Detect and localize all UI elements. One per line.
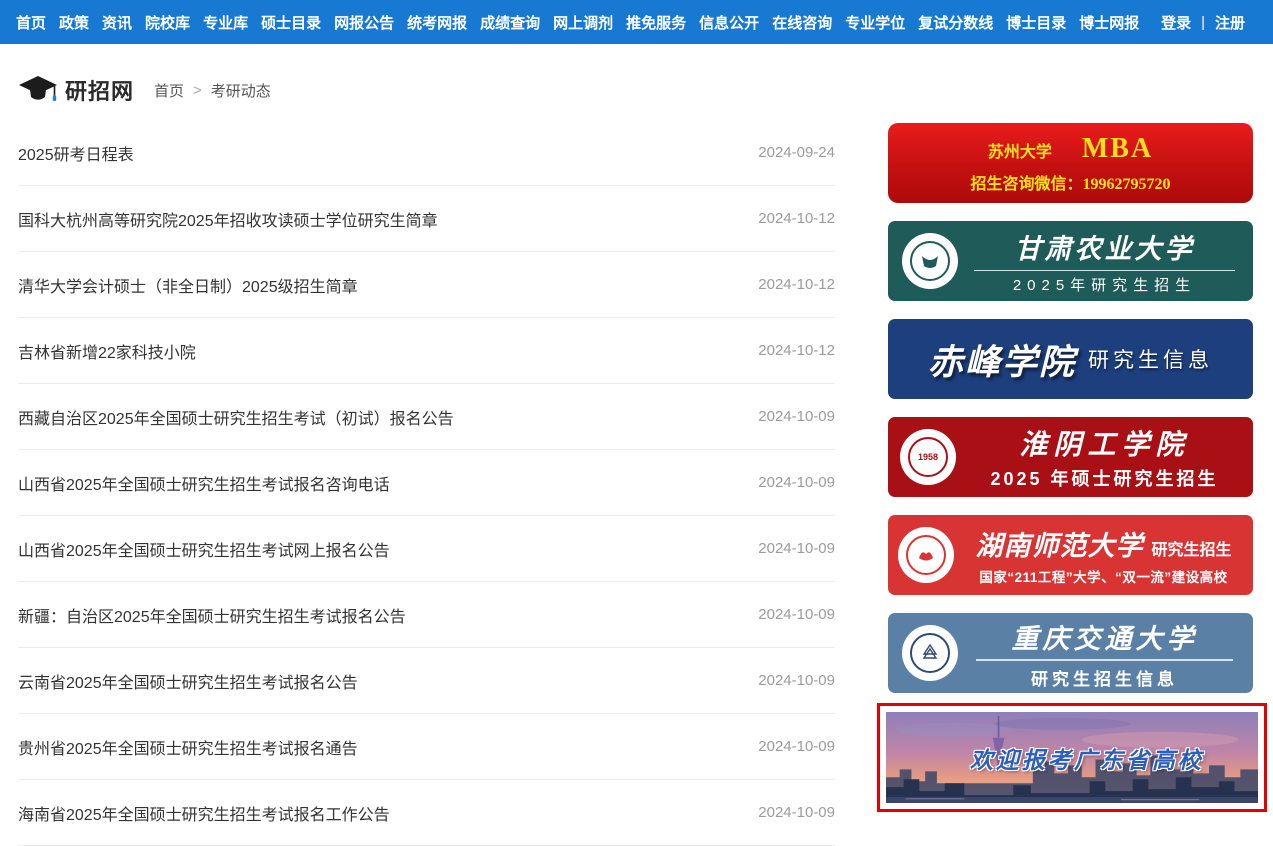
nav-info-disclosure[interactable]: 信息公开 <box>699 12 759 33</box>
banner-guangdong-universities[interactable]: 欢迎报考广东省高校 <box>877 703 1267 812</box>
news-title-link[interactable]: 吉林省新增22家科技小院 <box>18 339 216 363</box>
nav-online-consult[interactable]: 在线咨询 <box>772 12 832 33</box>
news-title-link[interactable]: 山西省2025年全国硕士研究生招生考试报名咨询电话 <box>18 471 410 495</box>
news-date: 2024-10-12 <box>758 210 835 227</box>
news-title-link[interactable]: 贵州省2025年全国硕士研究生招生考试报名通告 <box>18 735 378 759</box>
top-navbar: 首页 政策 资讯 院校库 专业库 硕士目录 网报公告 统考网报 成绩查询 网上调… <box>0 0 1273 44</box>
nav-score-query[interactable]: 成绩查询 <box>480 12 540 33</box>
nav-retest-score-line[interactable]: 复试分数线 <box>918 12 993 33</box>
huaiyin-name: 淮阴工学院 <box>968 423 1241 463</box>
cqjtu-name: 重庆交通大学 <box>970 617 1239 656</box>
nav-home[interactable]: 首页 <box>16 12 46 33</box>
suzhou-banner-title: 苏州大学 MBA <box>988 133 1153 165</box>
news-item: 云南省2025年全国硕士研究生招生考试报名公告 2024-10-09 <box>18 648 835 714</box>
news-date: 2024-10-09 <box>758 540 835 557</box>
news-list: 2025研考日程表 2024-09-24 国科大杭州高等研究院2025年招收攻读… <box>18 120 835 846</box>
huaiyin-university-seal-icon: 1958 <box>900 429 956 485</box>
news-item: 海南省2025年全国硕士研究生招生考试报名工作公告 2024-10-09 <box>18 780 835 846</box>
news-title-link[interactable]: 国科大杭州高等研究院2025年招收攻读硕士学位研究生简章 <box>18 207 458 231</box>
hunan-university-seal-icon <box>898 527 954 583</box>
nav-unified-exam-report[interactable]: 统考网报 <box>407 12 467 33</box>
gansu-university-seal-icon <box>902 233 958 289</box>
nav-school-database[interactable]: 院校库 <box>145 12 190 33</box>
news-item: 新疆：自治区2025年全国硕士研究生招生考试报名公告 2024-10-09 <box>18 582 835 648</box>
news-date: 2024-10-12 <box>758 342 835 359</box>
graduation-cap-icon <box>18 75 58 105</box>
nav-professional-degree[interactable]: 专业学位 <box>845 12 905 33</box>
news-date: 2024-10-09 <box>758 672 835 689</box>
hunan-suffix: 研究生招生 <box>1151 536 1231 560</box>
news-date: 2024-10-09 <box>758 738 835 755</box>
login-link[interactable]: 登录 <box>1161 12 1191 33</box>
gansu-divider-line <box>974 270 1235 271</box>
news-item: 清华大学会计硕士（非全日制）2025级招生简章 2024-10-12 <box>18 252 835 318</box>
cqjtu-subtitle: 研究生招生信息 <box>970 665 1239 690</box>
guangzhou-skyline-image: 欢迎报考广东省高校 <box>886 712 1258 803</box>
news-date: 2024-10-09 <box>758 606 835 623</box>
banner-chongqing-jiaotong[interactable]: 重庆交通大学 研究生招生信息 <box>888 613 1253 693</box>
nav-exemption-service[interactable]: 推免服务 <box>626 12 686 33</box>
banner-suzhou-mba[interactable]: 苏州大学 MBA 招生咨询微信：19962795720 <box>888 123 1253 203</box>
suzhou-program: MBA <box>1082 133 1153 165</box>
nav-news[interactable]: 资讯 <box>102 12 132 33</box>
breadcrumb-current: 考研动态 <box>211 80 271 101</box>
nav-policy[interactable]: 政策 <box>59 12 89 33</box>
news-date: 2024-09-24 <box>758 144 835 161</box>
breadcrumb-separator: > <box>193 82 202 99</box>
news-item: 贵州省2025年全国硕士研究生招生考试报名通告 2024-10-09 <box>18 714 835 780</box>
news-title-link[interactable]: 2025研考日程表 <box>18 141 154 165</box>
auth-links: 登录 | 注册 <box>1161 12 1245 33</box>
news-item: 山西省2025年全国硕士研究生招生考试报名咨询电话 2024-10-09 <box>18 450 835 516</box>
banner-column: 苏州大学 MBA 招生咨询微信：19962795720 甘肃农业大学 2025年… <box>877 123 1267 812</box>
guangdong-caption: 欢迎报考广东省高校 <box>970 741 1204 775</box>
nav-report-notices[interactable]: 网报公告 <box>334 12 394 33</box>
hunan-name: 湖南师范大学 <box>975 524 1143 563</box>
news-title-link[interactable]: 清华大学会计硕士（非全日制）2025级招生简章 <box>18 273 378 297</box>
news-date: 2024-10-09 <box>758 474 835 491</box>
site-logo[interactable]: 研招网 <box>18 74 134 106</box>
banner-chifeng-university[interactable]: 赤峰学院 研究生信息 <box>888 319 1253 399</box>
news-title-link[interactable]: 西藏自治区2025年全国硕士研究生招生考试（初试）报名公告 <box>18 405 474 429</box>
breadcrumb-home[interactable]: 首页 <box>154 80 184 101</box>
nav-online-adjustment[interactable]: 网上调剂 <box>553 12 613 33</box>
auth-divider: | <box>1201 14 1205 31</box>
news-title-link[interactable]: 海南省2025年全国硕士研究生招生考试报名工作公告 <box>18 801 410 825</box>
banner-huaiyin-institute[interactable]: 1958 淮阴工学院 2025 年硕士研究生招生 <box>888 417 1253 497</box>
gansu-subtitle: 2025年研究生招生 <box>970 274 1239 295</box>
site-name: 研招网 <box>65 74 134 106</box>
news-item: 国科大杭州高等研究院2025年招收攻读硕士学位研究生简章 2024-10-12 <box>18 186 835 252</box>
nav-doctor-catalog[interactable]: 博士目录 <box>1006 12 1066 33</box>
site-header: 研招网 首页 > 考研动态 <box>18 74 271 106</box>
register-link[interactable]: 注册 <box>1215 12 1245 33</box>
suzhou-name: 苏州大学 <box>988 138 1052 162</box>
banner-hunan-normal[interactable]: 湖南师范大学 研究生招生 国家“211工程”大学、“双一流”建设高校 <box>888 515 1253 595</box>
news-title-link[interactable]: 云南省2025年全国硕士研究生招生考试报名公告 <box>18 669 378 693</box>
news-date: 2024-10-09 <box>758 408 835 425</box>
nav-major-database[interactable]: 专业库 <box>203 12 248 33</box>
chifeng-name: 赤峰学院 <box>928 334 1076 385</box>
nav-doctor-report[interactable]: 博士网报 <box>1079 12 1139 33</box>
suzhou-subtitle: 招生咨询微信：19962795720 <box>970 170 1170 194</box>
news-date: 2024-10-09 <box>758 804 835 821</box>
news-item: 西藏自治区2025年全国硕士研究生招生考试（初试）报名公告 2024-10-09 <box>18 384 835 450</box>
news-item: 吉林省新增22家科技小院 2024-10-12 <box>18 318 835 384</box>
chifeng-suffix: 研究生信息 <box>1088 344 1213 374</box>
breadcrumb: 首页 > 考研动态 <box>154 80 271 101</box>
news-item: 2025研考日程表 2024-09-24 <box>18 120 835 186</box>
banner-gansu-agricultural[interactable]: 甘肃农业大学 2025年研究生招生 <box>888 221 1253 301</box>
news-date: 2024-10-12 <box>758 276 835 293</box>
news-title-link[interactable]: 新疆：自治区2025年全国硕士研究生招生考试报名公告 <box>18 603 426 627</box>
cqjtu-university-seal-icon <box>902 625 958 681</box>
hunan-subtitle: 国家“211工程”大学、“双一流”建设高校 <box>964 566 1243 586</box>
nav-master-catalog[interactable]: 硕士目录 <box>261 12 321 33</box>
news-item: 山西省2025年全国硕士研究生招生考试网上报名公告 2024-10-09 <box>18 516 835 582</box>
cqjtu-divider-line <box>976 659 1233 661</box>
gansu-name: 甘肃农业大学 <box>970 227 1239 266</box>
news-title-link[interactable]: 山西省2025年全国硕士研究生招生考试网上报名公告 <box>18 537 410 561</box>
huaiyin-subtitle: 2025 年硕士研究生招生 <box>968 465 1241 491</box>
